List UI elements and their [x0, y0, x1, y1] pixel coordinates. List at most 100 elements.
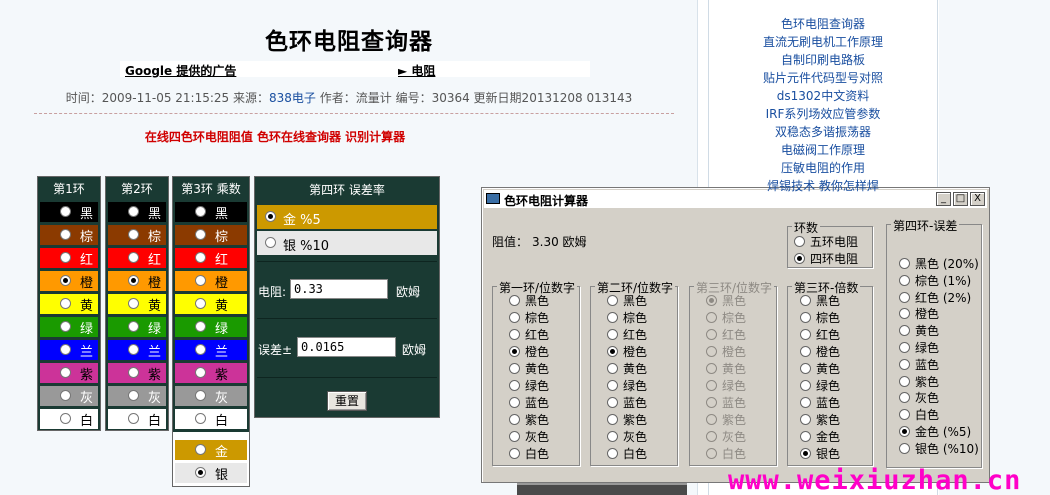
radio-icon[interactable] [128, 321, 139, 332]
color-band-option[interactable]: 兰 [40, 340, 98, 360]
radio-icon[interactable] [607, 431, 618, 442]
color-band-option[interactable]: 棕 [40, 225, 98, 245]
radio-icon[interactable] [899, 358, 910, 370]
radio-icon[interactable] [800, 397, 811, 408]
radio-icon[interactable] [706, 380, 717, 391]
color-band-option[interactable]: 金 [175, 440, 247, 460]
radio-icon[interactable] [195, 252, 206, 263]
color-band-option[interactable]: 紫 [40, 363, 98, 383]
error-input[interactable] [297, 337, 396, 357]
radio-icon[interactable] [60, 298, 71, 309]
color-band-option[interactable]: 红 [108, 248, 166, 268]
color-band-option[interactable]: 红 [40, 248, 98, 268]
sidebar-link[interactable]: 双稳态多谐振荡器 [708, 123, 938, 140]
sidebar-link[interactable]: 直流无刷电机工作原理 [708, 33, 938, 50]
sidebar-link[interactable]: 焊锡技术 教你怎样焊 [708, 177, 938, 194]
radio-icon[interactable] [899, 258, 910, 269]
radio-icon[interactable] [60, 413, 71, 424]
radio-icon[interactable] [800, 295, 811, 306]
radio-icon[interactable] [899, 342, 910, 353]
radio-icon[interactable] [899, 409, 910, 421]
ad-link[interactable]: ► 电阻 [398, 62, 435, 79]
radio-icon[interactable] [60, 321, 71, 332]
radio-icon[interactable] [509, 363, 520, 374]
radio-icon[interactable] [195, 206, 206, 217]
radio-icon[interactable] [899, 291, 910, 303]
radio-icon[interactable] [607, 329, 618, 340]
radio-icon[interactable] [706, 431, 717, 442]
radio-icon[interactable] [800, 448, 811, 459]
radio-icon[interactable] [800, 329, 811, 340]
sidebar-link[interactable]: ds1302中文资料 [708, 87, 938, 104]
radio-icon[interactable] [706, 295, 717, 306]
radio-icon[interactable] [265, 237, 276, 248]
color-band-option[interactable]: 棕 [175, 225, 247, 245]
radio-icon[interactable] [128, 298, 139, 309]
sidebar-link[interactable]: 色环电阻查询器 [708, 15, 938, 32]
radio-icon[interactable] [195, 390, 206, 401]
color-band-option[interactable]: 橙 [40, 271, 98, 291]
color-band-option[interactable]: 白 [108, 409, 166, 429]
radio-icon[interactable] [509, 295, 520, 306]
reset-button[interactable]: 重置 [327, 391, 367, 411]
radio-icon[interactable] [265, 211, 276, 222]
radio-icon[interactable] [509, 414, 520, 425]
maximize-icon[interactable]: □ [953, 192, 968, 206]
radio-icon[interactable] [128, 413, 139, 424]
color-band-option[interactable]: 黑 [108, 202, 166, 222]
color-band-option[interactable]: 橙 [108, 271, 166, 291]
tolerance-gold-option[interactable]: 金 %5 [257, 205, 437, 229]
radio-icon[interactable] [706, 397, 717, 408]
sidebar-link[interactable]: IRF系列场效应管参数 [708, 105, 938, 122]
color-band-option[interactable]: 白 [40, 409, 98, 429]
radio-icon[interactable] [899, 442, 910, 454]
color-band-option[interactable]: 紫 [175, 363, 247, 383]
radio-icon[interactable] [509, 397, 520, 408]
radio-icon[interactable] [899, 325, 910, 337]
sidebar-link[interactable]: 贴片元件代码型号对照 [708, 69, 938, 86]
radio-icon[interactable] [706, 312, 717, 323]
radio-icon[interactable] [128, 344, 139, 355]
color-band-option[interactable]: 紫 [108, 363, 166, 383]
radio-icon[interactable] [195, 321, 206, 332]
radio-icon[interactable] [60, 229, 71, 240]
color-band-option[interactable]: 绿 [40, 317, 98, 337]
radio-icon[interactable] [899, 375, 910, 387]
color-band-option[interactable]: 黑 [40, 202, 98, 222]
radio-icon[interactable] [195, 229, 206, 240]
radio-icon[interactable] [706, 363, 717, 374]
sidebar-link[interactable]: 自制印刷电路板 [708, 51, 938, 68]
radio-icon[interactable] [195, 467, 206, 478]
color-band-option[interactable]: 白 [175, 409, 247, 429]
color-band-option[interactable]: 兰 [175, 340, 247, 360]
radio-icon[interactable] [706, 414, 717, 425]
radio-icon[interactable] [607, 448, 618, 459]
radio-icon[interactable] [800, 312, 811, 323]
radio-icon[interactable] [128, 390, 139, 401]
radio-icon[interactable] [706, 448, 717, 459]
radio-icon[interactable] [607, 380, 618, 391]
radio-icon[interactable] [195, 344, 206, 355]
color-band-option[interactable]: 黄 [40, 294, 98, 314]
radio-icon[interactable] [195, 413, 206, 424]
radio-icon[interactable] [60, 344, 71, 355]
radio-icon[interactable] [706, 329, 717, 340]
radio-icon[interactable] [509, 431, 520, 442]
radio-icon[interactable] [509, 448, 520, 459]
sidebar-link[interactable]: 压敏电阻的作用 [708, 159, 938, 176]
radio-icon[interactable] [607, 295, 618, 306]
radio-icon[interactable] [607, 312, 618, 323]
radio-icon[interactable] [794, 253, 805, 264]
radio-icon[interactable] [509, 346, 520, 357]
radio-icon[interactable] [800, 363, 811, 374]
radio-icon[interactable] [195, 444, 206, 455]
radio-icon[interactable] [800, 346, 811, 357]
radio-icon[interactable] [195, 367, 206, 378]
color-band-option[interactable]: 灰 [108, 386, 166, 406]
radio-icon[interactable] [60, 275, 71, 286]
radio-icon[interactable] [509, 329, 520, 340]
radio-icon[interactable] [128, 229, 139, 240]
radio-icon[interactable] [899, 308, 910, 320]
color-band-option[interactable]: 兰 [108, 340, 166, 360]
radio-icon[interactable] [607, 346, 618, 357]
